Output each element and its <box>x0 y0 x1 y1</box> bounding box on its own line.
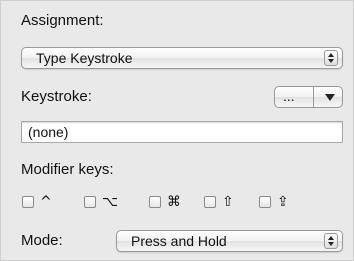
modifier-command-checkbox[interactable]: ⌘ <box>149 193 181 211</box>
keystroke-field[interactable]: (none) <box>21 121 343 143</box>
keystroke-label: Keystroke: <box>21 88 92 105</box>
shift-key-icon: ⇧ <box>222 194 234 210</box>
checkbox[interactable] <box>204 196 216 208</box>
modifier-keys-label: Modifier keys: <box>21 161 114 178</box>
checkbox[interactable] <box>259 196 271 208</box>
assignment-popup[interactable]: Type Keystroke <box>21 47 343 69</box>
keystroke-value: (none) <box>28 124 69 140</box>
checkbox[interactable] <box>84 196 96 208</box>
caps-lock-key-icon: ⇪ <box>277 194 289 210</box>
checkbox[interactable] <box>149 196 161 208</box>
combo-separator <box>313 87 314 107</box>
keystroke-menu-label: ... <box>283 88 295 104</box>
modifier-capslock-checkbox[interactable]: ⇪ <box>259 193 289 211</box>
mode-label: Mode: <box>21 232 63 249</box>
popup-stepper-icon <box>324 50 338 66</box>
assignment-label: Assignment: <box>21 12 104 29</box>
mode-selected: Press and Hold <box>131 233 227 249</box>
modifier-control-checkbox[interactable]: ^ <box>22 193 52 211</box>
modifier-option-checkbox[interactable]: ⌥ <box>84 193 118 211</box>
chevron-down-icon <box>325 94 335 101</box>
control-key-icon: ^ <box>40 194 52 210</box>
keystroke-menu-button[interactable]: ... <box>274 86 343 108</box>
command-key-icon: ⌘ <box>167 194 181 210</box>
modifier-shift-checkbox[interactable]: ⇧ <box>204 193 234 211</box>
mode-popup[interactable]: Press and Hold <box>116 230 343 252</box>
option-key-icon: ⌥ <box>102 194 119 210</box>
checkbox[interactable] <box>22 196 34 208</box>
assignment-selected: Type Keystroke <box>36 50 133 66</box>
popup-stepper-icon <box>324 233 338 249</box>
